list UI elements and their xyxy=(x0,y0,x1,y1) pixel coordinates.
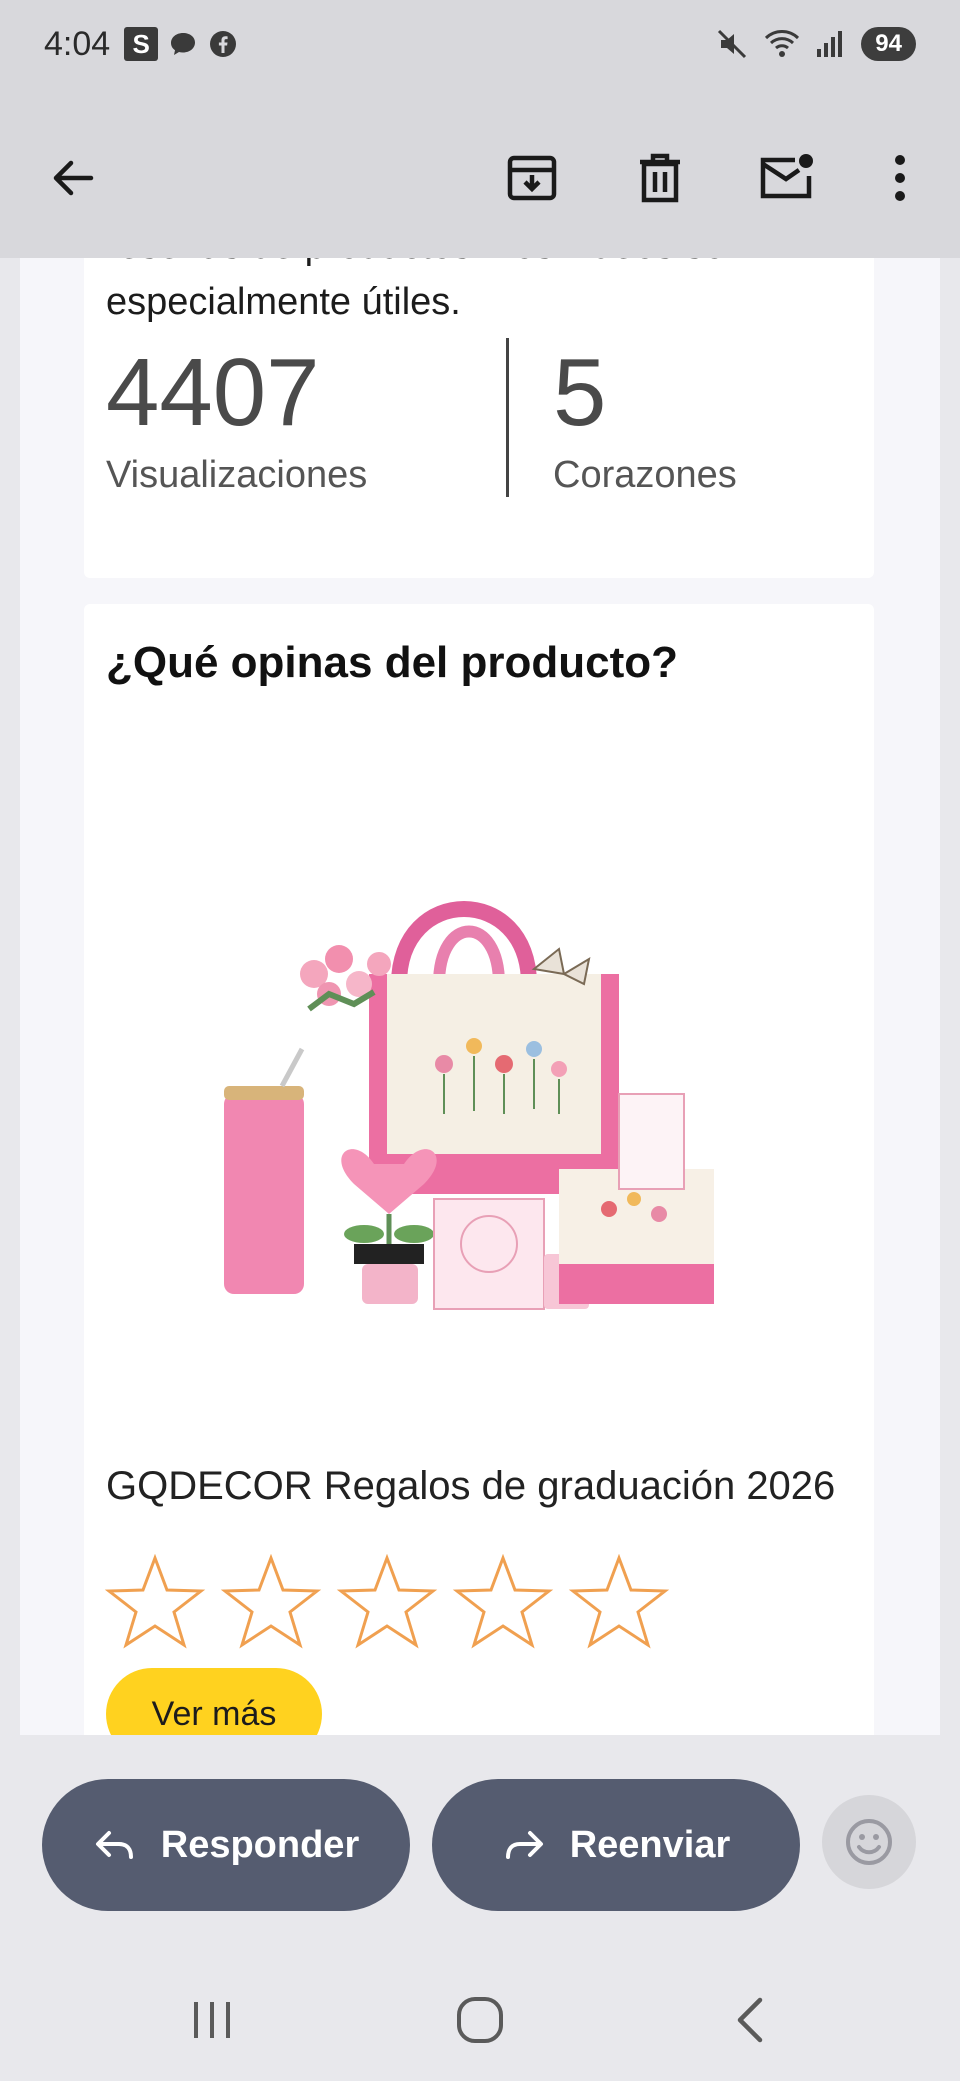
more-options-icon[interactable] xyxy=(870,148,930,208)
reply-arrow-icon xyxy=(95,1831,133,1859)
forward-button[interactable]: Reenviar xyxy=(432,1779,800,1911)
smiley-icon xyxy=(846,1819,892,1865)
views-count: 4407 xyxy=(106,339,320,446)
stat-views: 4407 Visualizaciones xyxy=(106,338,506,497)
action-bar: Responder Reenviar xyxy=(0,1735,960,1955)
mute-icon xyxy=(718,29,747,59)
status-bar: 4:04 S 94 xyxy=(0,0,960,88)
email-body[interactable]: reseñas de productos. Los videos son esp… xyxy=(20,258,940,1735)
mark-unread-icon[interactable] xyxy=(756,148,816,208)
archive-icon[interactable] xyxy=(502,148,562,208)
back-arrow-icon[interactable] xyxy=(42,148,102,208)
views-label: Visualizaciones xyxy=(106,454,368,496)
intro-line-2: especialmente útiles. xyxy=(106,281,461,323)
wifi-icon xyxy=(765,30,800,57)
intro-line-1: reseñas de productos. Los videos son xyxy=(106,258,866,274)
home-icon[interactable] xyxy=(445,1985,515,2055)
star-1-icon[interactable] xyxy=(104,1554,206,1650)
facebook-icon xyxy=(210,31,237,57)
back-nav-icon[interactable] xyxy=(715,1985,785,2055)
product-image[interactable] xyxy=(204,824,724,1344)
star-5-icon[interactable] xyxy=(568,1554,670,1650)
chat-bubble-icon xyxy=(171,33,196,55)
intro-text: reseñas de productos. Los videos son esp… xyxy=(106,258,866,330)
reply-button[interactable]: Responder xyxy=(42,1779,410,1911)
rating-stars xyxy=(104,1554,670,1650)
notification-icons: S xyxy=(124,27,238,61)
battery-indicator: 94 xyxy=(861,27,916,61)
reply-label: Responder xyxy=(160,1823,360,1866)
review-card: ¿Qué opinas del producto? GQDECOR Regalo… xyxy=(84,604,874,1735)
system-nav-bar xyxy=(0,1955,960,2081)
product-name: GQDECOR Regalos de graduación 2026 xyxy=(106,1464,836,1508)
s-app-icon: S xyxy=(124,27,159,61)
app-bar xyxy=(0,88,960,258)
ver-mas-button[interactable]: Ver más xyxy=(106,1668,322,1735)
review-title: ¿Qué opinas del producto? xyxy=(106,638,678,687)
system-icons: 94 xyxy=(715,27,916,61)
stats-card: reseñas de productos. Los videos son esp… xyxy=(84,258,874,578)
star-3-icon[interactable] xyxy=(336,1554,438,1650)
forward-label: Reenviar xyxy=(569,1823,731,1866)
stat-hearts: 5 Corazones xyxy=(506,338,906,497)
recents-icon[interactable] xyxy=(177,1985,247,2055)
hearts-count: 5 xyxy=(553,339,607,446)
forward-arrow-icon xyxy=(505,1831,543,1859)
trash-icon[interactable] xyxy=(630,148,690,208)
stats-row: 4407 Visualizaciones 5 Corazones xyxy=(106,338,906,497)
signal-icon xyxy=(817,31,843,57)
star-2-icon[interactable] xyxy=(220,1554,322,1650)
star-4-icon[interactable] xyxy=(452,1554,554,1650)
emoji-reaction-button[interactable] xyxy=(822,1795,916,1889)
hearts-label: Corazones xyxy=(553,454,737,496)
status-time: 4:04 xyxy=(44,24,111,63)
